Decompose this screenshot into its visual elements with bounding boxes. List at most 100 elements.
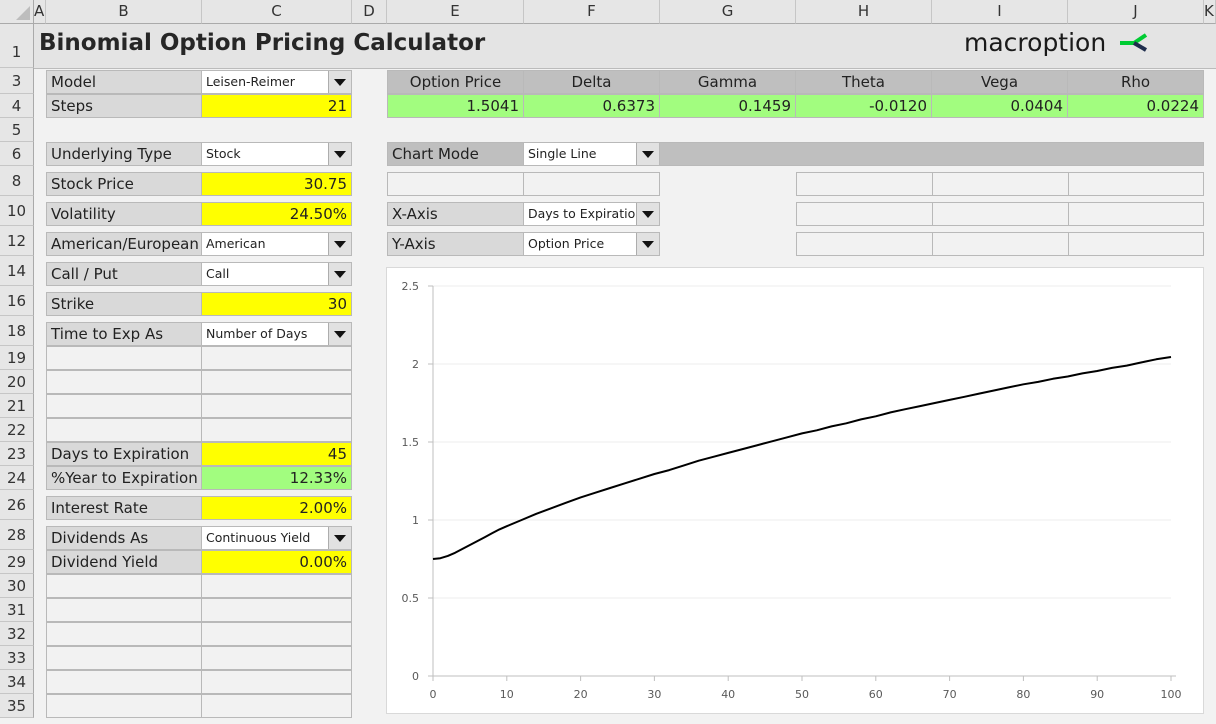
strike-label: Strike (46, 292, 202, 316)
underlying-type-label: Underlying Type (46, 142, 202, 166)
model-dropdown[interactable]: Leisen-Reimer (201, 70, 352, 94)
x-axis-dropdown[interactable]: Days to Expiration (523, 202, 660, 226)
chevron-down-icon[interactable] (328, 527, 351, 549)
column-header[interactable]: A (34, 0, 46, 24)
column-header[interactable]: F (524, 0, 660, 24)
underlying-type-dropdown[interactable]: Stock (201, 142, 352, 166)
call-put-dropdown[interactable]: Call (201, 262, 352, 286)
column-header[interactable]: G (660, 0, 796, 24)
row-header[interactable]: 3 (0, 68, 34, 94)
row-header[interactable]: 6 (0, 142, 34, 166)
series-line-option-price (432, 356, 1172, 560)
row-header[interactable]: 35 (0, 694, 34, 718)
stock-price-input[interactable]: 30.75 (201, 172, 352, 196)
chart-mode-dropdown[interactable]: Single Line (523, 142, 660, 166)
row-header[interactable]: 34 (0, 670, 34, 694)
row-header[interactable]: 29 (0, 550, 34, 574)
chevron-down-icon[interactable] (636, 203, 659, 225)
column-header[interactable]: K (1204, 0, 1216, 24)
row-header[interactable]: 1 (0, 24, 34, 68)
row-header[interactable]: 21 (0, 394, 34, 418)
chevron-down-icon[interactable] (328, 233, 351, 255)
empty-cell (1068, 202, 1204, 226)
x-tick-label: 40 (721, 688, 735, 701)
result-header: Delta (523, 70, 660, 94)
x-tick-label: 0 (430, 688, 437, 701)
chevron-down-icon[interactable] (328, 263, 351, 285)
logo-icon (1120, 33, 1148, 52)
result-header: Theta (795, 70, 932, 94)
empty-cell (201, 346, 352, 370)
row-header[interactable]: 32 (0, 622, 34, 646)
chart-mode-label: Chart Mode (387, 142, 524, 166)
row-header[interactable]: 20 (0, 370, 34, 394)
empty-cell (201, 418, 352, 442)
title-bar: Binomial Option Pricing Calculator macro… (34, 24, 1216, 69)
empty-cell (201, 646, 352, 670)
chevron-down-icon[interactable] (636, 143, 659, 165)
logo-text: macroption (964, 28, 1107, 57)
row-header[interactable]: 19 (0, 346, 34, 370)
column-header[interactable]: D (352, 0, 387, 24)
model-label: Model (46, 70, 202, 94)
dividends-as-dropdown[interactable]: Continuous Yield (201, 526, 352, 550)
column-header[interactable]: E (387, 0, 524, 24)
empty-cell (46, 370, 202, 394)
x-axis-value: Days to Expiration (528, 206, 644, 221)
result-value: -0.0120 (795, 94, 932, 118)
empty-cell (201, 694, 352, 718)
call-put-label: Call / Put (46, 262, 202, 286)
model-value: Leisen-Reimer (206, 74, 295, 89)
volatility-input[interactable]: 24.50% (201, 202, 352, 226)
select-all-corner[interactable] (0, 0, 34, 24)
chevron-down-icon[interactable] (328, 143, 351, 165)
empty-cell (201, 574, 352, 598)
column-header[interactable]: J (1068, 0, 1204, 24)
row-header[interactable]: 30 (0, 574, 34, 598)
dividend-yield-input[interactable]: 0.00% (201, 550, 352, 574)
y-tick-label: 1.5 (402, 436, 420, 449)
chevron-down-icon[interactable] (636, 233, 659, 255)
stock-price-label: Stock Price (46, 172, 202, 196)
time-to-exp-as-label: Time to Exp As (46, 322, 202, 346)
y-axis-value: Option Price (528, 236, 605, 251)
result-value: 0.6373 (523, 94, 660, 118)
row-header[interactable]: 26 (0, 490, 34, 520)
column-header[interactable]: I (932, 0, 1068, 24)
interest-rate-label: Interest Rate (46, 496, 202, 520)
column-header[interactable]: C (202, 0, 352, 24)
option-price-chart[interactable]: 0 0.5 1 1.5 2 2.5 0 10 20 30 40 50 60 70 80 90 100 (386, 267, 1204, 714)
row-header[interactable]: 22 (0, 418, 34, 442)
row-header[interactable]: 16 (0, 286, 34, 316)
chevron-down-icon[interactable] (328, 323, 351, 345)
row-header[interactable]: 5 (0, 118, 34, 142)
row-header[interactable]: 14 (0, 256, 34, 286)
chevron-down-icon[interactable] (328, 71, 351, 93)
row-header[interactable]: 23 (0, 442, 34, 466)
row-header[interactable]: 4 (0, 94, 34, 118)
steps-input[interactable]: 21 (201, 94, 352, 118)
row-header[interactable]: 8 (0, 166, 34, 196)
time-to-exp-as-dropdown[interactable]: Number of Days (201, 322, 352, 346)
american-european-dropdown[interactable]: American (201, 232, 352, 256)
row-header[interactable]: 28 (0, 520, 34, 550)
empty-cell (523, 172, 660, 196)
row-header[interactable]: 18 (0, 316, 34, 346)
y-axis-dropdown[interactable]: Option Price (523, 232, 660, 256)
y-tick-label: 2.5 (402, 280, 420, 293)
column-header[interactable]: H (796, 0, 932, 24)
row-header[interactable]: 31 (0, 598, 34, 622)
row-header[interactable]: 12 (0, 226, 34, 256)
column-header[interactable]: B (46, 0, 202, 24)
days-to-expiration-input[interactable]: 45 (201, 442, 352, 466)
row-header[interactable]: 10 (0, 196, 34, 226)
chart-svg: 0 0.5 1 1.5 2 2.5 0 10 20 30 40 50 60 70 80 90 100 (402, 280, 1182, 701)
row-header[interactable]: 24 (0, 466, 34, 490)
call-put-value: Call (206, 266, 230, 281)
time-to-exp-as-value: Number of Days (206, 326, 308, 341)
interest-rate-input[interactable]: 2.00% (201, 496, 352, 520)
x-tick-label: 30 (647, 688, 661, 701)
row-header[interactable]: 33 (0, 646, 34, 670)
result-value: 0.1459 (659, 94, 796, 118)
strike-input[interactable]: 30 (201, 292, 352, 316)
